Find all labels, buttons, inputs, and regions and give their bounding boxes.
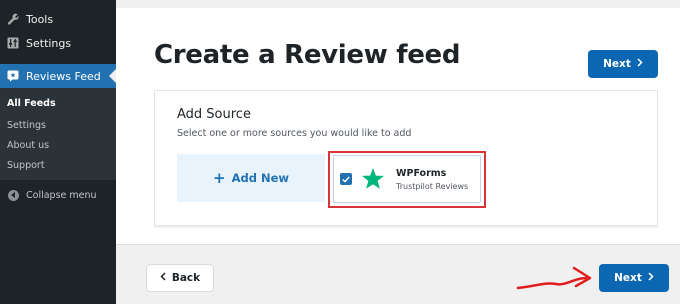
sidebar-item-reviews-feed[interactable]: Reviews Feed: [0, 64, 116, 88]
wrench-icon: [6, 12, 20, 26]
sidebar-item-settings[interactable]: Settings: [0, 34, 116, 52]
admin-sidebar: Tools Settings Reviews Feed All Feeds Se…: [0, 0, 116, 304]
collapse-menu-label: Collapse menu: [26, 189, 97, 201]
red-arrow-annotation-icon: [516, 266, 592, 290]
submenu-item-support[interactable]: Support: [7, 160, 45, 171]
source-type: Trustpilot Reviews: [396, 182, 469, 191]
collapse-menu-button[interactable]: Collapse menu: [0, 186, 116, 204]
reviews-feed-icon: [6, 69, 20, 83]
sidebar-item-tools[interactable]: Tools: [0, 10, 116, 28]
sidebar-item-label: Reviews Feed: [26, 69, 101, 83]
add-source-subtitle: Select one or more sources you would lik…: [177, 128, 412, 139]
sidebar-item-label: Tools: [26, 12, 54, 26]
trustpilot-star-icon: [361, 167, 385, 195]
source-checkbox[interactable]: [340, 173, 352, 185]
main-content: Create a Review feed Next Add Source Sel…: [116, 0, 680, 304]
add-new-label: Add New: [231, 171, 289, 185]
footer-divider: [116, 244, 680, 245]
sidebar-submenu: All Feeds Settings About us Support: [0, 88, 116, 180]
chevron-left-icon: [160, 272, 166, 284]
back-button-label: Back: [171, 272, 201, 284]
chevron-right-icon: [637, 58, 643, 70]
next-button-label: Next: [614, 272, 642, 284]
chevron-right-icon: [648, 272, 654, 284]
sidebar-item-label: Settings: [26, 36, 72, 50]
back-button[interactable]: Back: [146, 264, 214, 292]
submenu-item-about-us[interactable]: About us: [7, 140, 49, 151]
source-card-wpforms[interactable]: WPForms Trustpilot Reviews: [333, 155, 481, 203]
submenu-item-all-feeds[interactable]: All Feeds: [7, 98, 56, 109]
top-strip: [116, 0, 680, 8]
page-title: Create a Review feed: [154, 40, 461, 70]
submenu-item-settings[interactable]: Settings: [7, 120, 46, 131]
next-button-top[interactable]: Next: [588, 50, 658, 78]
collapse-icon: [6, 188, 20, 202]
add-source-title: Add Source: [177, 107, 251, 122]
source-name: WPForms: [396, 168, 447, 179]
plus-icon: +: [213, 169, 226, 187]
next-button-label: Next: [603, 58, 631, 70]
next-button-bottom[interactable]: Next: [599, 264, 669, 292]
settings-sliders-icon: [6, 36, 20, 50]
add-new-source-button[interactable]: + Add New: [177, 154, 325, 202]
